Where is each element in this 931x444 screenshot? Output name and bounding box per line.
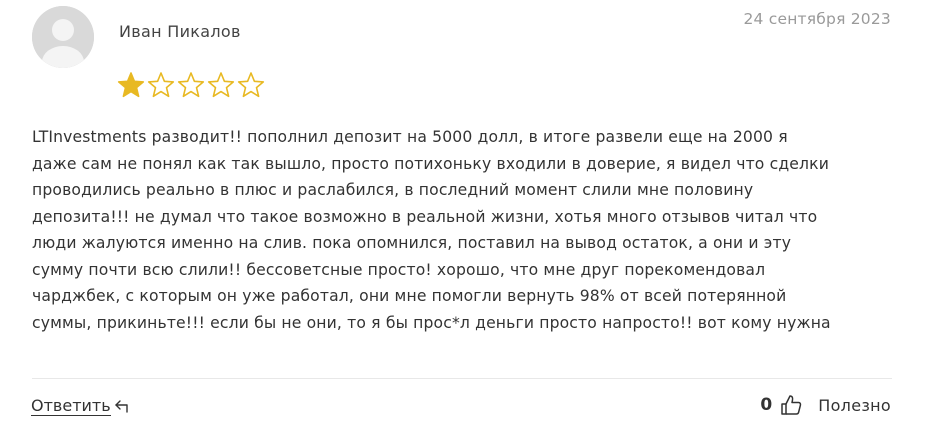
thumbs-up-icon[interactable] <box>780 394 802 416</box>
star-empty-icon <box>237 71 265 99</box>
reply-label[interactable]: Ответить <box>31 396 111 416</box>
review-date: 24 сентября 2023 <box>743 10 891 28</box>
star-rating <box>117 71 265 99</box>
helpful-label[interactable]: Полезно <box>818 396 891 415</box>
star-empty-icon <box>177 71 205 99</box>
helpful-widget: 0 Полезно <box>760 394 891 416</box>
avatar-placeholder-icon <box>32 6 94 68</box>
star-empty-icon <box>207 71 235 99</box>
likes-count: 0 <box>760 395 773 415</box>
reply-button[interactable]: Ответить <box>31 396 131 416</box>
avatar <box>32 6 94 68</box>
author-name: Иван Пикалов <box>119 22 241 41</box>
review-card: Иван Пикалов 24 сентября 2023 LTInvestme… <box>0 0 931 444</box>
review-text: LTInvestments разводит!! пополнил депози… <box>32 128 831 332</box>
star-filled-icon <box>117 71 145 99</box>
reply-arrow-icon[interactable] <box>114 399 131 413</box>
star-empty-icon <box>147 71 175 99</box>
divider <box>32 378 892 379</box>
